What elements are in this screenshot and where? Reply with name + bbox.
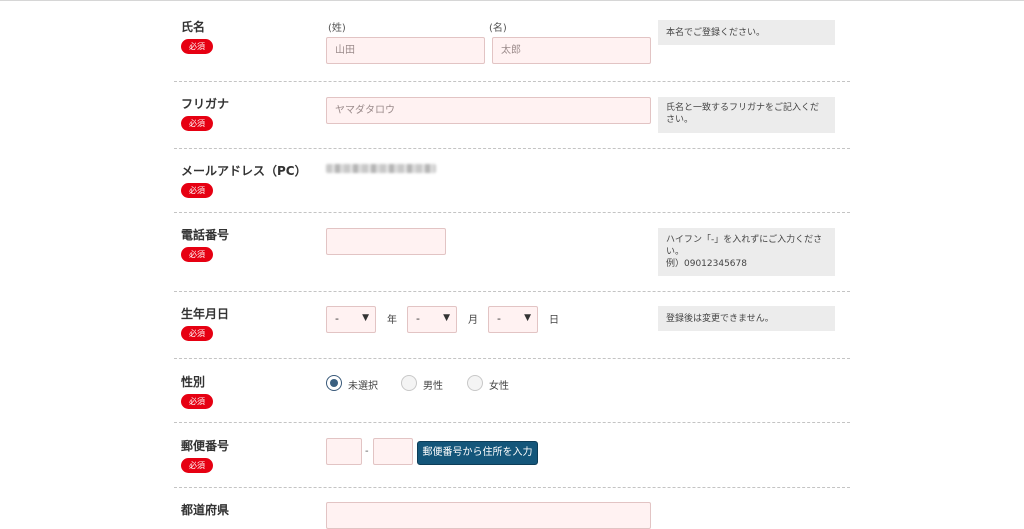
gender-option-label: 女性	[489, 381, 509, 392]
gender-radio-male[interactable]	[401, 375, 417, 391]
prefecture-select[interactable]	[326, 502, 651, 529]
last-name-input[interactable]: 山田	[326, 37, 485, 64]
required-badge: 必須	[181, 394, 213, 409]
birth-month-value: -	[416, 312, 420, 325]
birthday-label: 生年月日	[181, 307, 230, 321]
chevron-down-icon: ▼	[362, 313, 369, 323]
gender-option-label: 男性	[423, 381, 443, 392]
row-divider	[174, 148, 850, 149]
phone-note: ハイフン「-」を入れずにご入力ください。 例）09012345678	[658, 228, 835, 276]
name-label: 氏名	[181, 20, 206, 34]
row-divider	[174, 212, 850, 213]
phone-label: 電話番号	[181, 228, 230, 242]
row-divider	[174, 81, 850, 82]
row-divider	[174, 358, 850, 359]
furigana-label: フリガナ	[181, 97, 230, 111]
birth-day-select[interactable]: - ▼	[488, 306, 538, 333]
gender-radio-unselected[interactable]	[326, 375, 342, 391]
email-value-redacted	[326, 164, 436, 173]
last-name-sublabel: (姓)	[328, 23, 346, 34]
birth-day-value: -	[497, 312, 501, 325]
postal-label: 郵便番号	[181, 439, 230, 453]
postal-separator: -	[365, 446, 369, 457]
row-divider	[174, 291, 850, 292]
required-badge: 必須	[181, 326, 213, 341]
birth-year-value: -	[335, 312, 339, 325]
gender-option-label: 未選択	[348, 381, 378, 392]
chevron-down-icon: ▼	[524, 313, 531, 323]
birthday-note: 登録後は変更できません。	[658, 306, 835, 331]
phone-note-line-2: 例）09012345678	[666, 259, 747, 269]
row-divider	[174, 487, 850, 488]
required-badge: 必須	[181, 183, 213, 198]
top-border	[0, 0, 1024, 1]
birth-month-select[interactable]: - ▼	[407, 306, 457, 333]
phone-note-line-1: ハイフン「-」を入れずにご入力ください。	[666, 235, 823, 257]
chevron-down-icon: ▼	[443, 313, 450, 323]
furigana-note: 氏名と一致するフリガナをご記入ください。	[658, 97, 835, 133]
required-badge: 必須	[181, 247, 213, 262]
phone-input[interactable]	[326, 228, 446, 255]
birth-year-select[interactable]: - ▼	[326, 306, 376, 333]
row-divider	[174, 422, 850, 423]
required-badge: 必須	[181, 458, 213, 473]
required-badge: 必須	[181, 116, 213, 131]
postal-lookup-button[interactable]: 郵便番号から住所を入力	[417, 441, 538, 465]
email-label: メールアドレス（PC）	[181, 164, 307, 178]
year-unit: 年	[387, 315, 397, 326]
furigana-input[interactable]: ヤマダタロウ	[326, 97, 651, 124]
postal-code-first-input[interactable]	[326, 438, 362, 465]
day-unit: 日	[549, 315, 559, 326]
required-badge: 必須	[181, 39, 213, 54]
gender-label: 性別	[181, 375, 206, 389]
name-note: 本名でご登録ください。	[658, 20, 835, 45]
prefecture-label: 都道府県	[181, 503, 230, 517]
month-unit: 月	[468, 315, 478, 326]
postal-code-second-input[interactable]	[373, 438, 413, 465]
first-name-input[interactable]: 太郎	[492, 37, 651, 64]
gender-radio-female[interactable]	[467, 375, 483, 391]
first-name-sublabel: (名)	[489, 23, 507, 34]
